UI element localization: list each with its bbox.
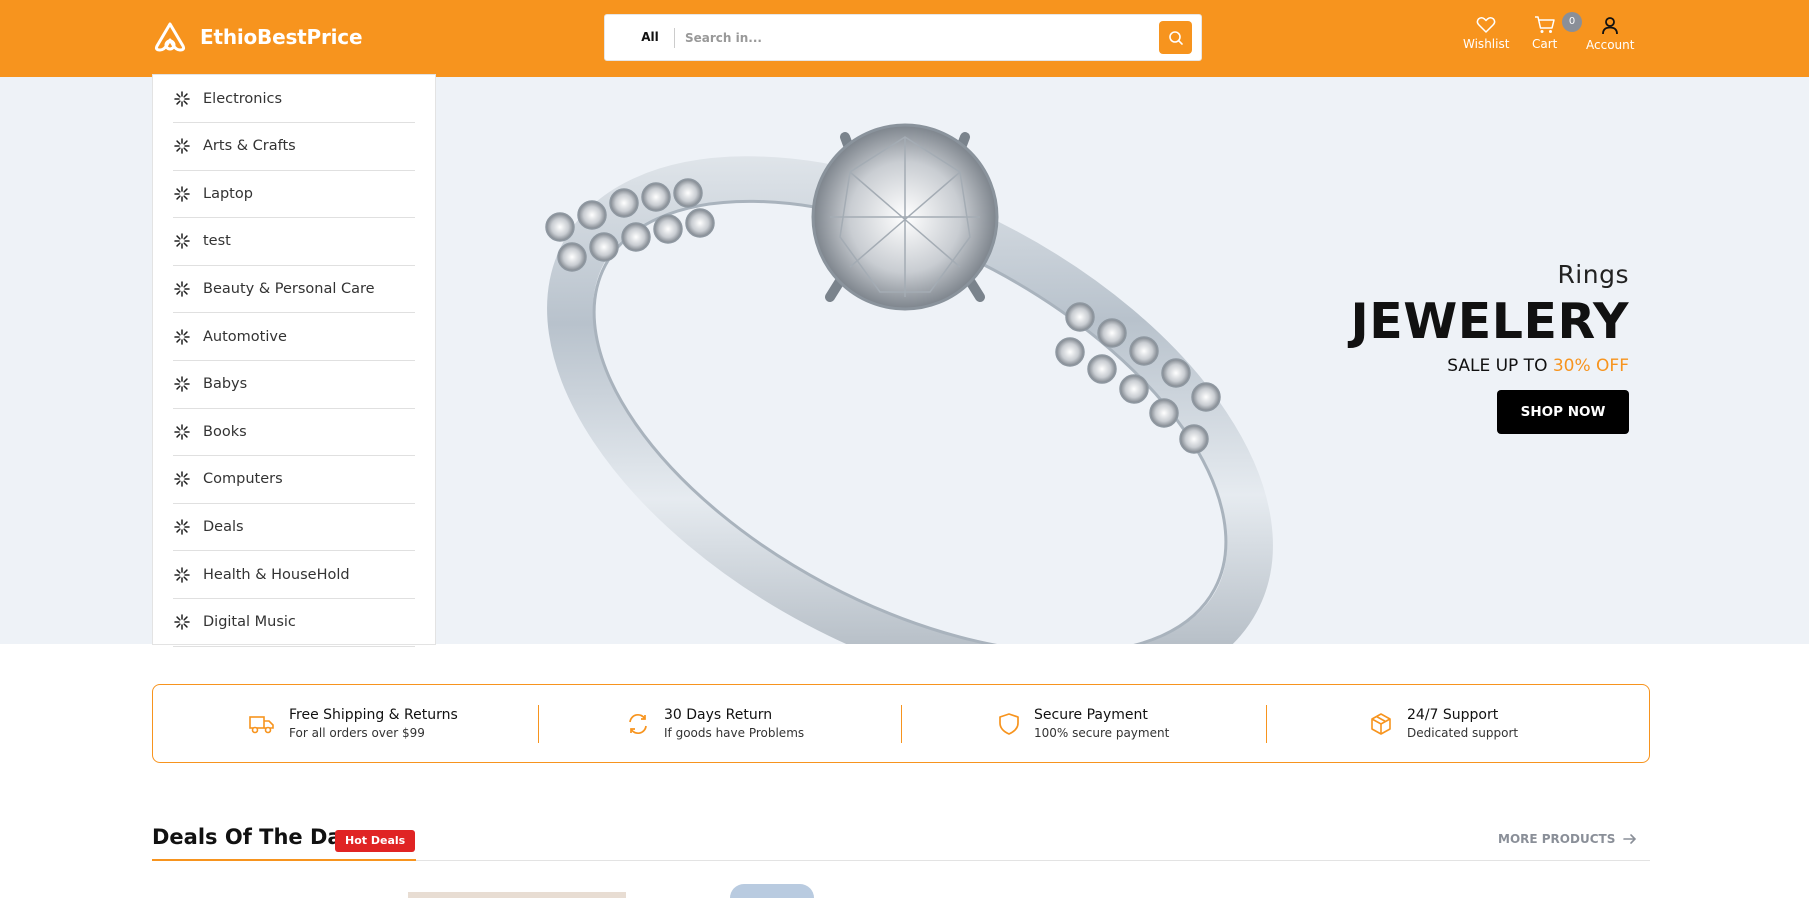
- feature-title: 24/7 Support: [1407, 707, 1499, 723]
- brand-name: EthioBestPrice: [200, 25, 363, 49]
- product-card-image: [730, 884, 814, 898]
- hero-sale-text: SALE UP TO 30% OFF: [1351, 356, 1629, 376]
- sidebar-category-item[interactable]: Electronics: [173, 75, 415, 123]
- feature-returns: 30 Days Return If goods have Problems: [626, 685, 804, 762]
- deals-section-title: Deals Of The Day: [152, 825, 355, 849]
- category-icon: [174, 328, 190, 345]
- category-icon: [174, 233, 190, 250]
- search-bar: All: [604, 14, 1202, 61]
- sidebar-category-label: Arts & Crafts: [203, 138, 296, 155]
- hero-text-block: Rings JEWELERY SALE UP TO 30% OFF SHOP N…: [1351, 260, 1629, 434]
- box-icon: [1371, 712, 1391, 735]
- category-icon: [174, 90, 190, 107]
- category-icon: [174, 138, 190, 154]
- wishlist-label: Wishlist: [1463, 37, 1510, 51]
- category-icon: [174, 614, 190, 630]
- sidebar-category-item[interactable]: Deals: [173, 503, 415, 552]
- sidebar-category-label: test: [203, 233, 231, 250]
- sidebar-category-item[interactable]: Laptop: [173, 170, 415, 219]
- feature-support: 24/7 Support Dedicated support: [1369, 685, 1518, 762]
- sidebar-category-item[interactable]: Digital Music: [173, 599, 415, 647]
- deals-title-underline: [152, 859, 416, 861]
- brand-logo[interactable]: EthioBestPrice: [152, 19, 363, 55]
- sidebar-category-label: Health & HouseHold: [203, 566, 350, 583]
- feature-title: Secure Payment: [1034, 707, 1148, 723]
- category-icon: [174, 566, 190, 583]
- more-products-link[interactable]: MORE PRODUCTS: [1498, 832, 1637, 846]
- arrow-right-icon: [1623, 834, 1637, 844]
- feature-payment: Secure Payment 100% secure payment: [998, 685, 1169, 762]
- more-products-label: MORE PRODUCTS: [1498, 832, 1616, 846]
- feature-subtitle: Dedicated support: [1407, 726, 1519, 740]
- sidebar-category-item[interactable]: Automotive: [173, 313, 415, 361]
- hero-sale-prefix: SALE UP TO: [1447, 356, 1548, 376]
- sidebar-category-label: Digital Music: [203, 614, 296, 631]
- product-card-image: [408, 892, 626, 898]
- feature-subtitle: If goods have Problems: [664, 726, 805, 740]
- cart-label: Cart: [1532, 37, 1558, 51]
- feature-title: 30 Days Return: [664, 707, 773, 723]
- sidebar-category-item[interactable]: Beauty & Personal Care: [173, 265, 415, 314]
- sidebar-category-item[interactable]: Computers: [173, 456, 415, 504]
- search-button[interactable]: [1159, 21, 1192, 54]
- hero-sale-highlight: 30% OFF: [1552, 356, 1629, 376]
- feature-shipping: Free Shipping & Returns For all orders o…: [249, 685, 458, 762]
- sidebar-category-label: Beauty & Personal Care: [203, 280, 375, 297]
- category-icon: [174, 471, 190, 488]
- search-category-select[interactable]: All: [623, 15, 677, 60]
- category-icon: [174, 281, 190, 297]
- wishlist-link[interactable]: Wishlist: [1463, 16, 1509, 51]
- search-input[interactable]: [685, 23, 1105, 52]
- sidebar-category-label: Deals: [203, 518, 244, 535]
- shop-now-button[interactable]: SHOP NOW: [1497, 390, 1629, 434]
- search-divider: [674, 28, 675, 48]
- sidebar-category-item[interactable]: Arts & Crafts: [173, 123, 415, 171]
- top-header: EthioBestPrice All Wishlist Cart 0: [0, 0, 1809, 77]
- sidebar-category-label: Electronics: [203, 90, 283, 107]
- account-link[interactable]: Account: [1586, 16, 1634, 52]
- refresh-icon: [629, 713, 647, 734]
- feature-subtitle: For all orders over $99: [289, 726, 425, 740]
- cart-count-badge: 0: [1562, 12, 1582, 32]
- sidebar-category-label: Computers: [203, 471, 283, 488]
- search-icon: [1168, 30, 1183, 45]
- logo-icon: [154, 22, 186, 52]
- features-bar: Free Shipping & Returns For all orders o…: [152, 684, 1650, 763]
- category-icon: [174, 423, 190, 440]
- hero-title: JEWELERY: [1350, 293, 1629, 350]
- sidebar-category-label: Laptop: [203, 185, 253, 202]
- user-icon: [1602, 17, 1619, 35]
- feature-divider: [901, 705, 902, 743]
- feature-divider: [538, 705, 539, 743]
- hero-subtitle: Rings: [1557, 260, 1629, 289]
- heart-icon: [1476, 17, 1496, 33]
- cart-link[interactable]: Cart 0: [1532, 12, 1582, 51]
- sidebar-category-item[interactable]: Babys: [173, 361, 415, 409]
- truck-icon: [249, 715, 274, 733]
- account-label: Account: [1586, 38, 1635, 52]
- sidebar-category-item[interactable]: test: [173, 218, 415, 266]
- sidebar-category-item[interactable]: Health & HouseHold: [173, 551, 415, 599]
- category-sidebar: Electronics Arts & Crafts Laptop test Beauty…: [152, 74, 436, 647]
- cart-icon: [1534, 16, 1555, 33]
- ring-image: [545, 123, 1273, 644]
- sidebar-category-item[interactable]: Books: [173, 408, 415, 457]
- sidebar-category-label: Books: [203, 423, 247, 440]
- category-icon: [174, 185, 190, 202]
- hot-deals-badge: Hot Deals: [335, 830, 416, 852]
- feature-subtitle: 100% secure payment: [1034, 726, 1170, 740]
- feature-title: Free Shipping & Returns: [289, 707, 458, 723]
- sidebar-category-label: Babys: [203, 376, 248, 393]
- shield-icon: [999, 712, 1019, 735]
- feature-divider: [1266, 705, 1267, 743]
- sidebar-category-label: Automotive: [203, 328, 287, 345]
- category-icon: [174, 519, 190, 535]
- category-icon: [174, 376, 190, 392]
